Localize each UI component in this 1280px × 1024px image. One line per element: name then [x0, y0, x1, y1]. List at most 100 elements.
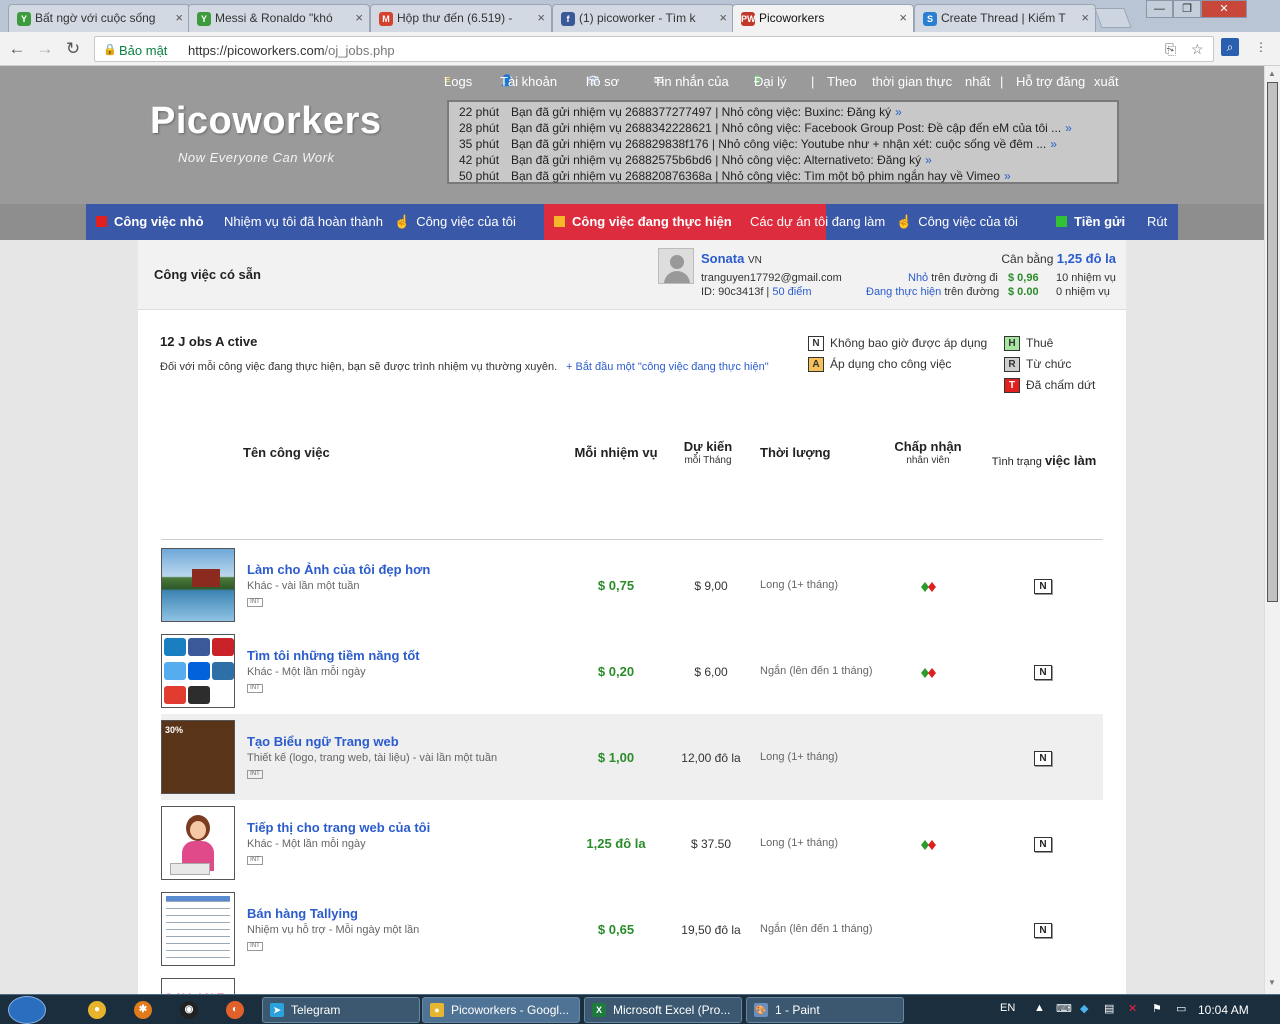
translate-icon[interactable]: ⎘ — [1165, 41, 1176, 58]
table-row[interactable]: ONLINESHOPCập nhật trang Facebook của tô… — [161, 972, 1103, 994]
tray-app-icon[interactable]: ◆ — [1080, 1002, 1088, 1015]
nav-ongoing-jobs[interactable]: Công việc đang thực hiện — [554, 204, 732, 240]
job-thumbnail[interactable] — [161, 892, 235, 966]
more-arrow-icon[interactable]: » — [1050, 137, 1057, 151]
menu-follow[interactable]: Theo — [827, 74, 857, 89]
language-indicator[interactable]: EN — [1000, 1002, 1015, 1014]
browser-tab[interactable]: f (1) picoworker - Tìm k × — [552, 4, 734, 32]
notification-item[interactable]: 22 phút Bạn đã gửi nhiệm vụ 2688377277497… — [459, 104, 1107, 120]
nav-deposit[interactable]: Tiền gửi — [1056, 204, 1125, 240]
settings-gear-icon[interactable]: ✱ — [134, 1001, 152, 1019]
maximize-button[interactable]: ❐ — [1173, 0, 1201, 18]
start-ongoing-job-link[interactable]: + Bắt đầu một "công việc đang thực hiện" — [566, 361, 769, 373]
nav-small-jobs[interactable]: Công việc nhỏ — [96, 204, 204, 240]
browser-tab[interactable]: M Hộp thư đến (6.519) - × — [370, 4, 552, 32]
taskbar-window-button[interactable]: X Microsoft Excel (Pro... — [584, 997, 742, 1023]
table-row[interactable]: Tìm tôi những tiềm năng tốt Khác - Một lầ… — [161, 628, 1103, 714]
avatar[interactable] — [658, 248, 694, 284]
username[interactable]: Sonata VN — [701, 251, 762, 266]
close-icon[interactable]: × — [175, 10, 183, 25]
table-row[interactable]: Bán hàng Tallying Nhiệm vụ hỗ trợ - Mỗi n… — [161, 886, 1103, 972]
close-icon[interactable]: × — [719, 10, 727, 25]
keyboard-icon[interactable]: ⌨ — [1056, 1002, 1072, 1015]
job-thumbnail[interactable]: 30% — [161, 720, 235, 794]
extension-icon[interactable]: ⌕ — [1221, 38, 1239, 56]
small-jobs-link[interactable]: Nhỏ — [908, 272, 928, 284]
job-name-link[interactable]: Tạo Biểu ngữ Trang web — [247, 734, 399, 749]
tray-up-icon[interactable]: ▲ — [1034, 1002, 1045, 1014]
close-icon[interactable]: × — [1081, 10, 1089, 25]
job-thumbnail[interactable] — [161, 634, 235, 708]
page-scrollbar[interactable]: ▲ ▼ — [1264, 66, 1280, 994]
job-name-link[interactable]: Tìm tôi những tiềm năng tốt — [247, 648, 420, 663]
nav-my-projects[interactable]: Các dự án tôi đang làm — [750, 204, 885, 240]
small-jobs-stat: Nhỏ trên đường đi — [908, 272, 998, 284]
taskbar-window-button[interactable]: ● Picoworkers - Googl... — [422, 997, 580, 1023]
notification-item[interactable]: 35 phút Bạn đã gửi nhiệm vụ 268829838f176… — [459, 136, 1107, 152]
job-name-link[interactable]: Bán hàng Tallying — [247, 906, 358, 921]
menu-support[interactable]: Hỗ trợ đăng — [1016, 74, 1085, 89]
url-path: /oj_jobs.php — [324, 43, 395, 58]
clock[interactable]: 10:04 AM — [1198, 1003, 1249, 1017]
nav-my-jobs[interactable]: ☝ Công việc của tôi — [394, 204, 516, 240]
scroll-up-icon[interactable]: ▲ — [1268, 69, 1276, 78]
menu-latest[interactable]: nhất — [965, 74, 990, 89]
scrollbar-thumb[interactable] — [1267, 82, 1278, 602]
job-name-link[interactable]: Làm cho Ảnh của tôi đẹp hơn — [247, 562, 430, 577]
chrome-icon[interactable]: ● — [88, 1001, 106, 1019]
favicon-icon: M — [379, 12, 393, 26]
job-name-link[interactable]: Tiếp thị cho trang web của tôi — [247, 820, 430, 835]
table-row[interactable]: 30% Tạo Biểu ngữ Trang web Thiết kế (logo,… — [161, 714, 1103, 800]
url-bar[interactable]: 🔒 Bảo mật https://picoworkers.com/oj_job… — [94, 36, 1214, 62]
app-icon[interactable]: ◉ — [180, 1001, 198, 1019]
nav-completed-tasks[interactable]: Nhiệm vụ tôi đã hoàn thành — [224, 204, 383, 240]
speaker-muted-icon[interactable]: ✕ — [1128, 1002, 1137, 1015]
job-thumbnail[interactable] — [161, 548, 235, 622]
notification-time: 50 phút — [459, 169, 500, 183]
back-button[interactable]: ← — [6, 38, 28, 60]
browser-tab[interactable]: S Create Thread | Kiếm T × — [914, 4, 1096, 32]
browser-tab[interactable]: Y Bất ngờ với cuộc sống × — [8, 4, 190, 32]
new-tab-button[interactable] — [1094, 8, 1132, 28]
notification-item[interactable]: 50 phút Bạn đã gửi nhiệm vụ 268820876368a… — [459, 168, 1107, 184]
close-icon[interactable]: × — [537, 10, 545, 25]
job-thumbnail[interactable]: ONLINESHOP — [161, 978, 235, 994]
menu-realtime[interactable]: thời gian thực — [872, 74, 952, 89]
job-category: Khác - vài lần một tuần — [247, 580, 360, 592]
tab-title: Create Thread | Kiếm T — [941, 11, 1066, 25]
notification-item[interactable]: 28 phút Bạn đã gửi nhiệm vụ 2688342228621… — [459, 120, 1107, 136]
more-arrow-icon[interactable]: » — [925, 153, 932, 167]
chrome-menu-icon[interactable]: ⋮ — [1252, 38, 1270, 56]
start-button[interactable] — [8, 996, 46, 1024]
scroll-down-icon[interactable]: ▼ — [1268, 978, 1276, 987]
window-close-button[interactable]: ✕ — [1201, 0, 1247, 18]
notification-item[interactable]: 42 phút Bạn đã gửi nhiệm vụ 26882575b6bd6… — [459, 152, 1107, 168]
taskbar-window-button[interactable]: 🎨 1 - Paint — [746, 997, 904, 1023]
browser-tab[interactable]: PW Picoworkers × — [732, 4, 914, 32]
forward-button[interactable]: → — [34, 38, 56, 60]
nav-withdraw[interactable]: Rút — [1147, 204, 1167, 240]
nav-my-jobs-2[interactable]: ☝ Công việc của tôi — [896, 204, 1018, 240]
close-icon[interactable]: × — [355, 10, 363, 25]
minimize-button[interactable]: — — [1146, 0, 1173, 18]
site-logo[interactable]: Picoworkers — [150, 100, 382, 143]
flag-icon[interactable]: ⚑ — [1152, 1002, 1162, 1015]
more-arrow-icon[interactable]: » — [895, 105, 902, 119]
job-thumbnail[interactable] — [161, 806, 235, 880]
firefox-icon[interactable]: ◐ — [226, 1001, 244, 1019]
network-icon[interactable]: ▤ — [1104, 1002, 1114, 1015]
points-link[interactable]: 50 điểm — [772, 286, 811, 298]
taskbar-window-button[interactable]: ➤ Telegram — [262, 997, 420, 1023]
table-row[interactable]: Tiếp thị cho trang web của tôi Khác - Một… — [161, 800, 1103, 886]
more-arrow-icon[interactable]: » — [1004, 169, 1011, 183]
browser-tab[interactable]: Y Messi & Ronaldo "khó × — [188, 4, 370, 32]
reload-button[interactable]: ↻ — [62, 38, 84, 60]
table-row[interactable]: Làm cho Ảnh của tôi đẹp hơn Khác - vài lầ… — [161, 542, 1103, 628]
bookmark-star-icon[interactable]: ☆ — [1191, 41, 1204, 58]
ongoing-jobs-link[interactable]: Đang thực hiện — [866, 286, 941, 298]
close-icon[interactable]: × — [899, 10, 907, 25]
monitor-icon[interactable]: ▭ — [1176, 1002, 1186, 1015]
menu-logout[interactable]: xuất — [1094, 74, 1119, 89]
more-arrow-icon[interactable]: » — [1065, 121, 1072, 135]
url-host: https://picoworkers.com — [188, 43, 325, 58]
